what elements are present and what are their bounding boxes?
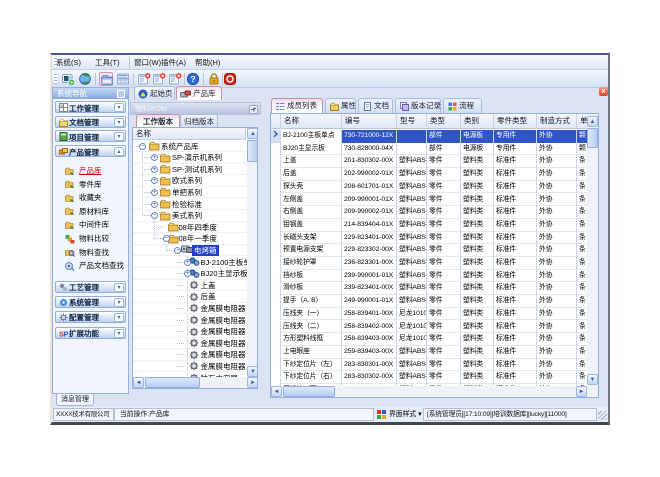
svg-text:P: P xyxy=(64,329,69,338)
svg-text:?: ? xyxy=(190,74,195,84)
